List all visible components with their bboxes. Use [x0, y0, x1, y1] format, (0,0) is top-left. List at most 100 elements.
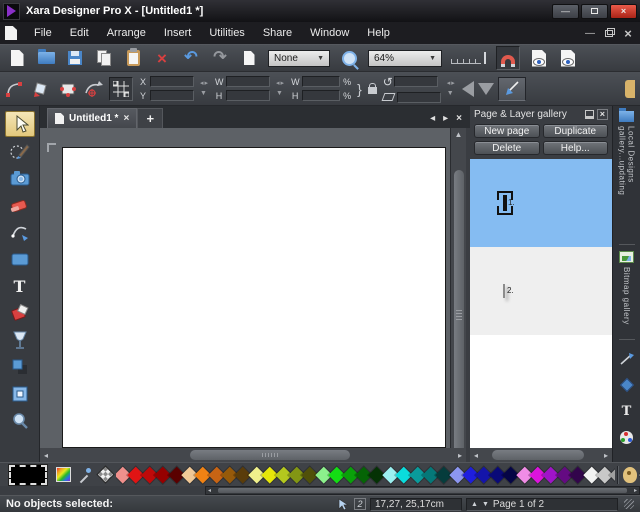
fill-tool[interactable]	[5, 300, 35, 326]
bevel-tool[interactable]	[5, 381, 35, 407]
bounds-handles-icon[interactable]	[57, 79, 77, 99]
minimize-button[interactable]: —	[552, 4, 579, 19]
gallery-button[interactable]: Help...	[543, 141, 609, 155]
rectangle-tool[interactable]	[5, 246, 35, 272]
scroll-left-icon[interactable]: ◂	[474, 451, 478, 460]
width-input[interactable]	[226, 76, 270, 87]
page-row[interactable]: 2.	[470, 247, 612, 335]
gallery-button[interactable]: New page	[474, 124, 540, 138]
gallery-button[interactable]: Duplicate	[543, 124, 609, 138]
current-color-swatch[interactable]	[9, 465, 47, 485]
scroll-right-icon[interactable]: ▸	[634, 487, 637, 494]
fonts-gallery-button[interactable]: T	[616, 401, 638, 421]
fill-style-dropdown[interactable]: None ▼	[268, 50, 330, 67]
erase-tool[interactable]	[5, 192, 35, 218]
scroll-right-icon[interactable]: ▸	[458, 451, 462, 460]
scale-height-input[interactable]	[302, 90, 340, 101]
mdi-minimize-button[interactable]: —	[583, 27, 597, 39]
selector-tool[interactable]	[5, 111, 35, 137]
undo-button[interactable]: ↶	[181, 48, 201, 68]
tab-scroll-right[interactable]: ▸	[443, 113, 448, 124]
freehand-brush-tool[interactable]	[5, 138, 35, 164]
gallery-scroll-thumb[interactable]	[492, 450, 584, 460]
export-button[interactable]	[239, 48, 259, 68]
gallery-button[interactable]: Delete	[474, 141, 540, 155]
fill-gallery-button[interactable]	[616, 375, 638, 395]
copy-button[interactable]	[94, 48, 114, 68]
wh-steppers[interactable]: ◂▸ ▼	[276, 80, 285, 97]
flip-vertical-button[interactable]	[478, 83, 494, 95]
open-button[interactable]	[36, 48, 56, 68]
rotate-steppers[interactable]: ◂▸ ▼	[447, 80, 456, 97]
color-gallery-button[interactable]	[616, 427, 638, 447]
flip-horizontal-button[interactable]	[462, 81, 474, 97]
zoom-tool[interactable]	[5, 408, 35, 434]
document-page[interactable]	[62, 147, 446, 448]
xy-steppers[interactable]: ◂▸ ▼	[200, 80, 209, 97]
page-thumbnail[interactable]: 2.	[503, 284, 505, 298]
arc-segment-icon[interactable]	[5, 79, 25, 99]
color-editor-icon[interactable]	[56, 467, 71, 482]
color-line-scroll-thumb[interactable]	[218, 488, 627, 493]
vertical-scroll-thumb[interactable]	[454, 170, 464, 460]
menu-item[interactable]: File	[25, 24, 61, 42]
no-color-swatch[interactable]	[96, 465, 114, 483]
color-line-scrollbar[interactable]: ◂ ▸	[205, 486, 640, 495]
close-button[interactable]: ×	[610, 4, 637, 19]
lock-aspect-icon[interactable]	[368, 87, 377, 94]
text-tool[interactable]: T	[5, 273, 35, 299]
delete-button[interactable]: ×	[152, 48, 172, 68]
quality-slider[interactable]	[451, 52, 487, 64]
mdi-close-button[interactable]: ×	[621, 27, 635, 39]
preview-all-pages-button[interactable]	[558, 48, 578, 68]
shape-editor-tool[interactable]	[5, 219, 35, 245]
vertical-scrollbar[interactable]: ▲ ▼	[450, 128, 466, 448]
horizontal-scroll-thumb[interactable]	[190, 450, 350, 460]
new-document-button[interactable]	[7, 48, 27, 68]
horizontal-scrollbar[interactable]: ◂ ▸	[40, 448, 466, 462]
pin-icon[interactable]	[585, 110, 594, 119]
maximize-button[interactable]	[581, 4, 608, 19]
scroll-left-icon[interactable]: ◂	[208, 487, 211, 494]
zoom-level-dropdown[interactable]: 64% ▼	[368, 50, 442, 67]
mdi-restore-button[interactable]	[602, 27, 616, 39]
zoom-tool-icon[interactable]	[339, 48, 359, 68]
page-up-icon[interactable]: ▲	[471, 501, 479, 508]
document-tab[interactable]: Untitled1 * ×	[47, 108, 137, 128]
scroll-right-icon[interactable]: ▸	[604, 451, 608, 460]
show-edit-handles-button[interactable]	[498, 77, 526, 101]
bitmap-gallery-tab[interactable]: Bitmap gallery	[619, 251, 634, 333]
snap-to-objects-button[interactable]	[496, 46, 520, 70]
page-thumbnail[interactable]: 1.	[503, 195, 507, 211]
menu-item[interactable]: Share	[254, 24, 301, 42]
fill-properties-icon[interactable]	[31, 79, 51, 99]
scroll-left-icon[interactable]: ◂	[44, 451, 48, 460]
anchor-point-grid[interactable]	[109, 77, 133, 101]
page-down-icon[interactable]: ▼	[482, 501, 490, 508]
photo-tool[interactable]	[5, 165, 35, 191]
tab-bar-close[interactable]: ×	[456, 113, 462, 124]
transparency-tool[interactable]	[5, 327, 35, 353]
redo-button[interactable]: ↷	[210, 48, 230, 68]
paste-button[interactable]	[123, 48, 143, 68]
menu-item[interactable]: Help	[358, 24, 399, 42]
new-tab-button[interactable]: +	[137, 108, 163, 128]
height-input[interactable]	[226, 90, 270, 101]
gallery-scrollbar[interactable]: ◂ ▸	[470, 448, 612, 462]
rotation-input[interactable]	[394, 76, 438, 87]
y-position-input[interactable]	[150, 90, 194, 101]
color-picker-icon[interactable]	[77, 467, 92, 482]
resize-grip[interactable]	[624, 499, 634, 509]
page-row[interactable]: 1.	[470, 159, 612, 247]
scroll-up-icon[interactable]: ▲	[455, 130, 463, 139]
menu-item[interactable]: Edit	[61, 24, 98, 42]
tab-scroll-left[interactable]: ◂	[430, 113, 435, 124]
x-position-input[interactable]	[150, 76, 194, 87]
named-colors-icon[interactable]	[623, 467, 637, 483]
clipped-toolbar-icon[interactable]	[625, 80, 635, 98]
rotate-center-icon[interactable]	[83, 79, 103, 99]
designs-gallery-tab[interactable]: Local Designs gallery...updating	[618, 111, 636, 238]
line-gallery-button[interactable]	[616, 349, 638, 369]
save-button[interactable]	[65, 48, 85, 68]
menu-item[interactable]: Arrange	[98, 24, 155, 42]
